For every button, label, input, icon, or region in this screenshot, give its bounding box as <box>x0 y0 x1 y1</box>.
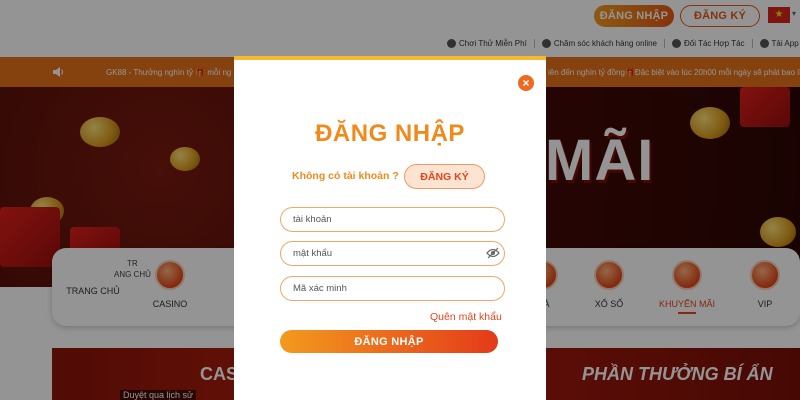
register-button[interactable]: ĐĂNG KÝ <box>404 164 485 189</box>
login-modal: × ĐĂNG NHẬP Không có tài khoản ? ĐĂNG KÝ… <box>234 56 546 400</box>
captcha-input[interactable] <box>280 276 505 301</box>
no-account-text: Không có tài khoản ? <box>292 170 399 182</box>
username-input[interactable] <box>280 207 505 232</box>
login-submit-button[interactable]: ĐĂNG NHẬP <box>280 330 498 353</box>
modal-title: ĐĂNG NHẬP <box>315 120 465 147</box>
eye-slash-icon[interactable] <box>486 247 500 259</box>
forgot-password-link[interactable]: Quên mật khẩu <box>430 311 502 323</box>
close-icon[interactable]: × <box>518 75 534 91</box>
password-input[interactable] <box>280 241 505 266</box>
